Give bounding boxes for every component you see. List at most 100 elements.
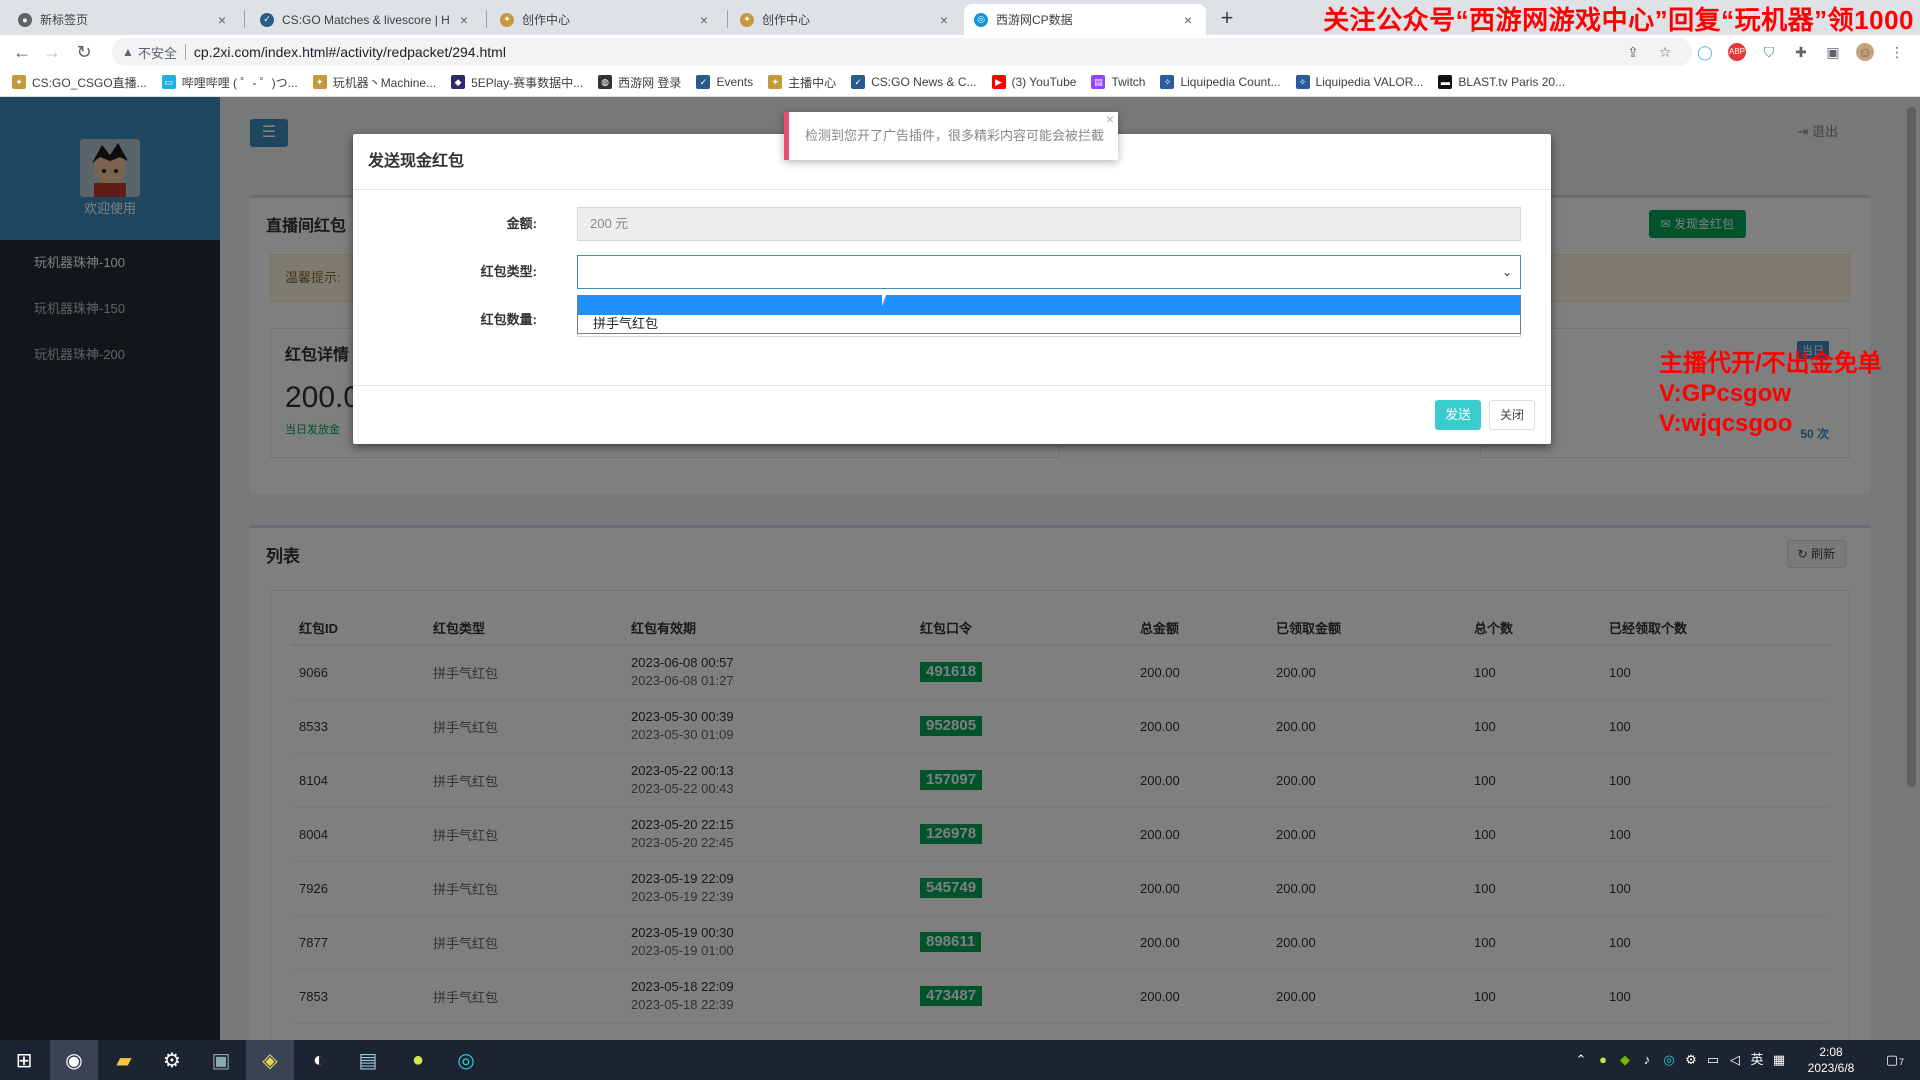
bookmark-label: 西游网 登录: [618, 75, 682, 90]
web-page: 欢迎使用 玩机器珠神-100 玩机器珠神-150 玩机器珠神-200 ☰ ⇥ 退…: [0, 97, 1920, 1040]
promo-line: 主播代开/不出金免单: [1659, 350, 1882, 377]
close-icon[interactable]: ×: [936, 12, 952, 28]
tab-csgo-matches[interactable]: ✓ CS:GO Matches & livescore | H ×: [250, 4, 482, 35]
microphone-icon[interactable]: ♪: [1638, 1051, 1656, 1069]
type-select[interactable]: ⌄: [577, 255, 1521, 289]
bookmark-label: Twitch: [1111, 75, 1146, 89]
new-tab-button[interactable]: +: [1214, 5, 1240, 31]
notification-count: 7: [1898, 1057, 1904, 1067]
bookmark-item[interactable]: ✓ Events: [696, 75, 753, 89]
bookmark-item[interactable]: ▤ Twitch: [1091, 75, 1145, 89]
adblock-toast: 检测到您开了广告插件，很多精彩内容可能会被拦截 ×: [784, 112, 1118, 160]
reload-button[interactable]: ↻: [72, 40, 96, 64]
bookmark-item[interactable]: ▶ (3) YouTube: [991, 75, 1076, 89]
tab-new-tab[interactable]: ● 新标签页 ×: [8, 4, 240, 35]
more-icon[interactable]: ⋮: [1888, 43, 1906, 61]
browser-toolbar: ← → ↻ ▲ 不安全 cp.2xi.com/index.html#/activ…: [0, 35, 1920, 68]
cyan-app-icon[interactable]: ◎: [442, 1040, 490, 1080]
hltv-icon: ✓: [260, 12, 274, 27]
share-icon[interactable]: ⇪: [1624, 43, 1642, 61]
hltv-icon: ✓: [696, 75, 711, 89]
tab-divider: [486, 10, 487, 28]
promo-side-text: 主播代开/不出金免单 V:GPcsgow V:wjqcsgoo: [1659, 349, 1882, 439]
close-icon[interactable]: ×: [696, 12, 712, 28]
tab-xiyou-cp[interactable]: ◎ 西游网CP数据 ×: [964, 4, 1206, 35]
bookmark-label: 主播中心: [788, 75, 837, 90]
count-label: 红包数量:: [480, 312, 537, 327]
bookmark-item[interactable]: ✧ Liquipedia VALOR...: [1295, 75, 1424, 89]
tray-app-icon[interactable]: ●: [1594, 1051, 1612, 1069]
chrome-taskbar-icon[interactable]: ◉: [50, 1040, 98, 1080]
file-explorer-icon[interactable]: ▰: [100, 1040, 148, 1080]
type-option-lucky[interactable]: 拼手气红包: [578, 315, 1520, 333]
obs-yellow-icon[interactable]: ◈: [246, 1040, 294, 1080]
clock-time: 2:08: [1819, 1045, 1843, 1059]
steam-tray-icon[interactable]: ⚙: [1682, 1051, 1700, 1069]
close-icon[interactable]: ×: [456, 12, 472, 28]
nvidia-icon[interactable]: ◆: [1616, 1051, 1634, 1069]
start-button[interactable]: ⊞: [0, 1040, 48, 1080]
security-label: 不安全: [137, 45, 177, 61]
browser-tab-strip: ● 新标签页 × ✓ CS:GO Matches & livescore | H…: [0, 0, 1920, 35]
sidepanel-icon[interactable]: ▣: [1824, 43, 1842, 61]
notification-icon[interactable]: ▢ 7: [1880, 1051, 1904, 1069]
clock-date: 2023/6/8: [1807, 1061, 1855, 1075]
mouse-cursor: [882, 290, 894, 306]
promo-line: V:GPcsgow: [1659, 380, 1792, 407]
windows-taskbar: ⊞ ◉ ▰ ⚙ ▣ ◈ ◐ ▤ ● ◎ ⌃ ● ◆ ♪ ◎ ⚙ ▭ ◁ 英 ▦ …: [0, 1040, 1920, 1080]
keyboard-grid-icon[interactable]: ▦: [1770, 1051, 1788, 1069]
address-divider: [184, 44, 186, 60]
bookmark-item[interactable]: ◍ 西游网 登录: [598, 74, 681, 91]
bookmark-label: CS:GO_CSGO直播...: [32, 75, 147, 90]
type-option-blank[interactable]: [578, 296, 1520, 315]
shield-icon[interactable]: ⛉: [1760, 43, 1778, 61]
green-app-icon[interactable]: ●: [394, 1040, 442, 1080]
game-icon[interactable]: ▣: [197, 1040, 245, 1080]
close-icon[interactable]: ×: [1180, 12, 1196, 28]
profile-avatar[interactable]: ☺: [1856, 43, 1874, 61]
adblock-icon[interactable]: ABP: [1728, 43, 1746, 61]
notepad-icon[interactable]: ▤: [344, 1040, 392, 1080]
bookmark-item[interactable]: ✓ CS:GO News & C...: [851, 75, 977, 89]
close-button[interactable]: 关闭: [1489, 400, 1535, 430]
tray-cyan-icon[interactable]: ◎: [1660, 1051, 1678, 1069]
close-icon[interactable]: ×: [214, 12, 230, 28]
warning-icon: ▲: [122, 45, 134, 59]
star-icon[interactable]: ☆: [1656, 43, 1674, 61]
steam-icon[interactable]: ⚙: [148, 1040, 196, 1080]
blast-icon: ▬: [1438, 75, 1453, 89]
network-icon[interactable]: ▭: [1704, 1051, 1722, 1069]
close-icon[interactable]: ×: [1106, 112, 1114, 126]
volume-icon[interactable]: ◁: [1726, 1051, 1744, 1069]
bookmark-item[interactable]: ▬ BLAST.tv Paris 20...: [1438, 75, 1565, 89]
type-dropdown-list: 拼手气红包: [577, 295, 1521, 334]
csgo-icon: ✦: [500, 12, 514, 27]
bookmark-item[interactable]: ◆ 5EPlay-赛事数据中...: [451, 74, 583, 91]
send-button[interactable]: 发送: [1435, 400, 1481, 430]
puzzle-icon[interactable]: ✚: [1792, 43, 1810, 61]
tab-title: 新标签页: [40, 13, 89, 27]
bookmark-label: Liquipedia VALOR...: [1315, 75, 1424, 89]
bookmark-label: 玩机器丶Machine...: [332, 75, 437, 90]
bookmark-item[interactable]: ✦ CS:GO_CSGO直播...: [12, 74, 147, 91]
bookmark-item[interactable]: ▭ 哔哩哔哩 ( ゜- ゜)つ...: [161, 74, 298, 91]
forward-button[interactable]: →: [40, 40, 64, 64]
back-button[interactable]: ←: [10, 40, 34, 64]
tab-creator-center-1[interactable]: ✦ 创作中心 ×: [490, 4, 722, 35]
tab-creator-center-2[interactable]: ✦ 创作中心 ×: [730, 4, 962, 35]
toast-message: 检测到您开了广告插件，很多精彩内容可能会被拦截: [805, 128, 1105, 143]
amount-label: 金额:: [506, 216, 537, 231]
bookmark-item[interactable]: ✦ 玩机器丶Machine...: [312, 74, 437, 91]
chevron-up-icon[interactable]: ⌃: [1572, 1051, 1590, 1069]
bookmark-item[interactable]: ✧ Liquipedia Count...: [1160, 75, 1281, 89]
extension-circle-icon[interactable]: ◯: [1696, 43, 1714, 61]
globe-icon: ◍: [598, 75, 613, 89]
ime-indicator[interactable]: 英: [1748, 1051, 1766, 1069]
tab-title: 创作中心: [762, 13, 811, 27]
csgo-icon: ✦: [312, 75, 327, 89]
csgo-icon: ✦: [12, 75, 26, 89]
address-bar[interactable]: ▲ 不安全 cp.2xi.com/index.html#/activity/re…: [112, 38, 1692, 66]
system-clock[interactable]: 2:08 2023/6/8: [1800, 1044, 1862, 1076]
obs-icon[interactable]: ◐: [295, 1040, 343, 1080]
bookmark-item[interactable]: ✦ 主播中心: [768, 74, 836, 91]
